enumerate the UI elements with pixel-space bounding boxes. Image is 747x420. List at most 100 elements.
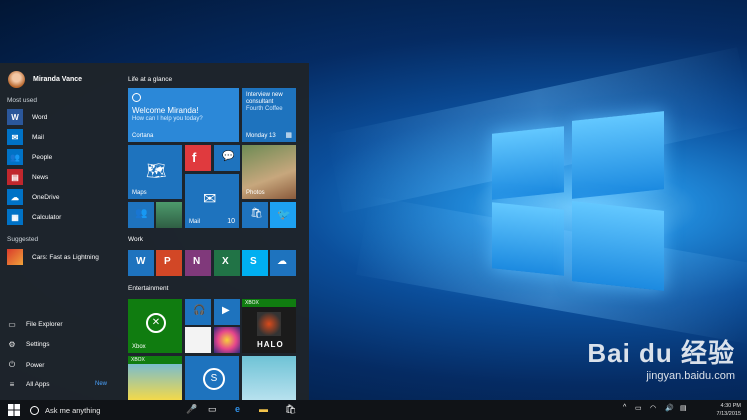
power-item[interactable]: ⏻ Power — [7, 360, 45, 370]
flipboard-icon: f — [192, 150, 197, 165]
photos-tile[interactable]: Photos — [242, 145, 296, 199]
xbox-tile[interactable]: ✕ Xbox — [128, 299, 182, 353]
app-onedrive[interactable]: ☁ OneDrive — [7, 189, 59, 205]
calendar-tile[interactable]: Interview new consultant Fourth Coffee M… — [242, 88, 296, 142]
tile-area: Life at a glance Welcome Miranda! How ca… — [118, 63, 309, 400]
event-line: Fourth Coffee — [246, 106, 283, 112]
powerpoint-tile[interactable]: P — [156, 250, 182, 276]
app-people[interactable]: 👥 People — [7, 149, 52, 165]
folder-icon: ▭ — [8, 320, 16, 329]
app-mail[interactable]: ✉ Mail — [7, 129, 44, 145]
halo-tile[interactable]: XBOX HALO — [242, 299, 296, 353]
movies-tv-tile[interactable]: ▶ — [214, 299, 240, 325]
tile-label: Maps — [132, 190, 147, 196]
windows-start-icon[interactable] — [8, 404, 20, 416]
event-line: Interview new — [246, 92, 283, 98]
group-label-entertainment: Entertainment — [128, 285, 169, 292]
people-tile[interactable]: 👥 — [128, 202, 154, 228]
word-tile[interactable]: W — [128, 250, 154, 276]
store-icon[interactable]: 🛍 — [285, 404, 296, 415]
mail-icon: ✉ — [203, 191, 217, 208]
cortana-tile[interactable]: Welcome Miranda! How can I help you toda… — [128, 88, 239, 142]
edge-browser-icon[interactable]: e — [235, 404, 240, 414]
skype-tile[interactable]: S — [242, 250, 268, 276]
search-box[interactable]: Ask me anything — [30, 400, 100, 420]
maps-tile[interactable]: 🗺 Maps — [128, 145, 182, 199]
news-icon: ▤ — [7, 169, 23, 185]
app-label: People — [32, 153, 53, 161]
app-word[interactable]: W Word — [7, 109, 47, 125]
contact-photo-tile[interactable] — [156, 202, 182, 228]
halo-logo: HALO — [257, 340, 284, 349]
list-icon: ≡ — [9, 380, 15, 389]
app-label: Mail — [32, 133, 44, 141]
xbox-icon: ✕ — [146, 313, 166, 333]
cars-game-icon — [7, 249, 23, 265]
onedrive-icon: ☁ — [277, 256, 287, 267]
volume-icon[interactable]: 🔊 — [665, 404, 674, 412]
window-logo-pane — [492, 126, 564, 200]
group-label-life: Life at a glance — [128, 76, 173, 83]
calendar-date: Monday 13 — [246, 133, 276, 139]
mail-tile[interactable]: ✉ Mail 10 — [185, 174, 239, 228]
app-news[interactable]: ▤ News — [7, 169, 48, 185]
powerpoint-icon: P — [164, 256, 171, 267]
user-account[interactable]: Miranda Vance — [8, 71, 82, 88]
app-label: Cars: Fast as Lightning — [32, 253, 99, 261]
chevron-up-icon[interactable]: ^ — [623, 404, 626, 411]
film-icon: ▶ — [222, 305, 230, 316]
twitter-tile[interactable]: 🐦 — [270, 202, 296, 228]
onenote-icon: N — [193, 256, 201, 267]
search-circle-icon — [30, 405, 39, 415]
notifications-icon[interactable]: ▤ — [680, 404, 687, 412]
groove-music-tile[interactable]: 🎧 — [185, 299, 211, 325]
picsart-tile[interactable] — [214, 327, 240, 353]
feedback-tile[interactable]: 💬 — [214, 145, 240, 171]
tile-label: Cortana — [132, 133, 154, 139]
settings-item[interactable]: ⚙ Settings — [7, 340, 50, 349]
clock[interactable]: 4:30 PM 7/13/2015 — [717, 402, 741, 418]
store-tile[interactable]: 🛍 — [242, 202, 268, 228]
app-calculator[interactable]: ▦ Calculator — [7, 209, 61, 225]
event-line: consultant — [246, 99, 274, 105]
excel-tile[interactable]: X — [214, 250, 240, 276]
map-icon: 🗺 — [146, 163, 167, 180]
clock-date: 7/13/2015 — [716, 411, 741, 417]
headphones-icon: 🎧 — [193, 305, 206, 316]
search-placeholder: Ask me anything — [45, 405, 101, 415]
onedrive-tile[interactable]: ☁ — [270, 250, 296, 276]
flipboard-tile[interactable]: f — [185, 145, 211, 171]
people-icon: 👥 — [135, 208, 148, 219]
tuneln-tile[interactable] — [185, 327, 211, 353]
shazam-tile[interactable]: S — [185, 356, 239, 400]
minions-tile[interactable]: XBOX — [128, 356, 182, 400]
battery-icon[interactable]: ▭ — [635, 404, 642, 412]
wifi-icon[interactable]: ◠ — [650, 404, 656, 412]
suggested-label: Suggested — [7, 236, 39, 243]
onenote-tile[interactable]: N — [185, 250, 211, 276]
menu-label: Settings — [26, 341, 50, 348]
avatar — [8, 71, 25, 88]
app-label: OneDrive — [32, 193, 60, 201]
xbox-badge: XBOX — [128, 356, 182, 364]
clock-time: 4:30 PM — [720, 403, 741, 409]
start-menu: Miranda Vance Most used W Word ✉ Mail 👥 … — [0, 63, 309, 400]
app-label: Calculator — [32, 213, 62, 221]
all-apps-item[interactable]: ≡ All Apps — [7, 380, 50, 389]
suggested-app[interactable]: Cars: Fast as Lightning — [7, 249, 99, 265]
calendar-event: Interview new consultant Fourth Coffee — [246, 92, 283, 113]
excel-icon: X — [222, 256, 229, 267]
file-explorer-icon[interactable]: ▬ — [259, 404, 268, 414]
taskbar: Ask me anything 🎤 ▭ e ▬ 🛍 ^ ▭ ◠ 🔊 ▤ 4:30… — [0, 400, 747, 420]
spartan-helmet-icon — [257, 312, 281, 336]
task-view-icon[interactable]: ▭ — [208, 404, 217, 415]
start-left-column: Miranda Vance Most used W Word ✉ Mail 👥 … — [0, 63, 118, 400]
window-logo-pane — [492, 202, 564, 276]
microphone-icon[interactable]: 🎤 — [186, 404, 197, 415]
file-explorer-item[interactable]: ▭ File Explorer — [7, 320, 62, 329]
mail-count: 10 — [227, 218, 235, 225]
frozen-tile[interactable] — [242, 356, 296, 400]
menu-label: Power — [26, 361, 45, 369]
xbox-badge: XBOX — [242, 299, 296, 307]
twitter-icon: 🐦 — [277, 209, 291, 221]
